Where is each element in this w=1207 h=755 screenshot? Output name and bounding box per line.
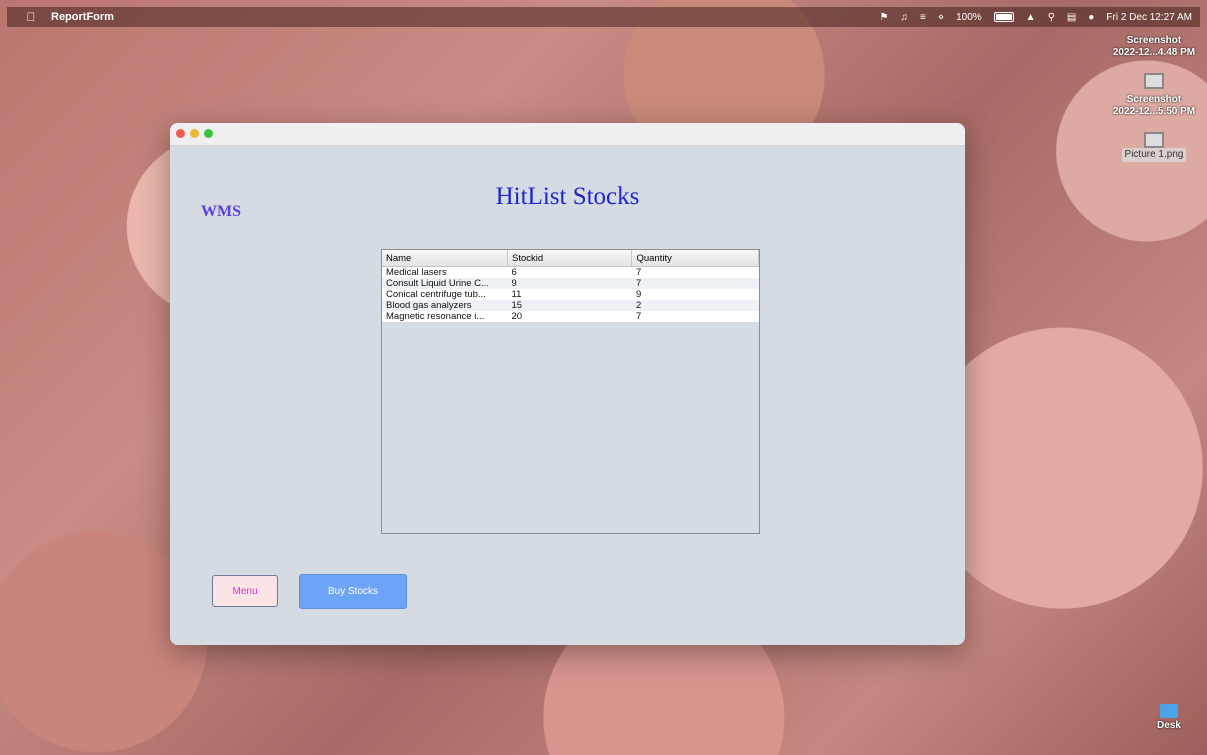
table-row[interactable]: Consult Liquid Urine C... 9 7 bbox=[382, 278, 759, 289]
desk-folder[interactable]: Desk bbox=[1134, 704, 1200, 732]
title-bar[interactable] bbox=[170, 123, 965, 146]
wifi-icon[interactable]: ▲ bbox=[1026, 12, 1036, 23]
status-area: ⚑ ♫ ≡ ⋄ 100% ▲ ⚲ ▤ ● Fri 2 Dec 12:27 AM bbox=[880, 7, 1192, 27]
cell-quantity: 7 bbox=[631, 266, 759, 278]
file-thumbnail-icon bbox=[1144, 132, 1164, 148]
cell-quantity: 2 bbox=[631, 300, 759, 311]
siri-icon[interactable]: ● bbox=[1088, 12, 1094, 23]
zoom-window-button[interactable] bbox=[204, 129, 213, 138]
table-row[interactable]: Medical lasers 6 7 bbox=[382, 266, 759, 278]
folder-label: Desk bbox=[1157, 720, 1181, 731]
cell-stockid: 20 bbox=[507, 311, 632, 322]
close-window-button[interactable] bbox=[176, 129, 185, 138]
buy-stocks-button[interactable]: Buy Stocks bbox=[299, 574, 407, 609]
volume-icon[interactable]: ♫ bbox=[900, 12, 908, 23]
stock-table: Name Stockid Quantity Medical lasers 6 7… bbox=[382, 250, 759, 322]
cell-stockid: 6 bbox=[507, 266, 632, 278]
column-header-stockid[interactable]: Stockid bbox=[507, 250, 633, 267]
clock[interactable]: Fri 2 Dec 12:27 AM bbox=[1106, 12, 1192, 23]
battery-percent[interactable]: 100% bbox=[956, 12, 982, 23]
bluetooth-icon[interactable]: ⋄ bbox=[938, 12, 944, 23]
desktop-file-picture[interactable]: Picture 1.png bbox=[1109, 148, 1199, 162]
desktop-file-screenshot-2[interactable]: Screenshot 2022-12...5.50 PM bbox=[1109, 94, 1199, 148]
stock-table-container[interactable]: Name Stockid Quantity Medical lasers 6 7… bbox=[381, 249, 760, 534]
report-window: WMS HitList Stocks Name Stockid Quantity… bbox=[170, 123, 965, 645]
cell-quantity: 7 bbox=[631, 311, 759, 322]
table-header-row: Name Stockid Quantity bbox=[382, 250, 759, 267]
cell-stockid: 11 bbox=[507, 289, 632, 300]
table-row[interactable]: Blood gas analyzers 15 2 bbox=[382, 300, 759, 311]
desktop:  ReportForm ⚑ ♫ ≡ ⋄ 100% ▲ ⚲ ▤ ● Fri 2 … bbox=[7, 7, 1200, 748]
cell-stockid: 9 bbox=[507, 278, 632, 289]
app-name[interactable]: ReportForm bbox=[51, 11, 114, 23]
apple-menu-icon[interactable]:  bbox=[21, 10, 41, 24]
battery-icon[interactable] bbox=[993, 12, 1014, 22]
page-title: HitList Stocks bbox=[495, 183, 640, 210]
cell-name: Consult Liquid Urine C... bbox=[382, 278, 508, 289]
file-label: Picture 1.png bbox=[1121, 148, 1187, 162]
table-row[interactable]: Magnetic resonance i... 20 7 bbox=[382, 311, 759, 322]
minimize-window-button[interactable] bbox=[190, 129, 199, 138]
column-header-name[interactable]: Name bbox=[382, 250, 508, 267]
menu-button[interactable]: Menu bbox=[212, 575, 278, 607]
file-label: 2022-12...5.50 PM bbox=[1112, 106, 1196, 117]
cell-quantity: 9 bbox=[631, 289, 759, 300]
cell-stockid: 15 bbox=[507, 300, 632, 311]
control-center-icon[interactable]: ▤ bbox=[1067, 12, 1076, 23]
keyboard-icon[interactable]: ≡ bbox=[920, 12, 926, 23]
notification-icon[interactable]: ⚑ bbox=[880, 12, 889, 23]
table-row[interactable]: Conical centrifuge tub... 11 9 bbox=[382, 289, 759, 300]
file-label: 2022-12...4.48 PM bbox=[1112, 47, 1196, 58]
desktop-file-screenshot-1[interactable]: Screenshot 2022-12...4.48 PM bbox=[1109, 35, 1199, 89]
folder-icon bbox=[1160, 704, 1178, 718]
cell-name: Medical lasers bbox=[382, 266, 508, 278]
cell-quantity: 7 bbox=[631, 278, 759, 289]
cell-name: Magnetic resonance i... bbox=[382, 311, 508, 322]
file-label: Screenshot bbox=[1126, 35, 1182, 46]
menu-bar:  ReportForm ⚑ ♫ ≡ ⋄ 100% ▲ ⚲ ▤ ● Fri 2 … bbox=[7, 7, 1200, 27]
cell-name: Conical centrifuge tub... bbox=[382, 289, 508, 300]
cell-name: Blood gas analyzers bbox=[382, 300, 508, 311]
file-thumbnail-icon bbox=[1144, 73, 1164, 89]
column-header-quantity[interactable]: Quantity bbox=[631, 250, 759, 267]
search-icon[interactable]: ⚲ bbox=[1048, 12, 1055, 23]
file-label: Screenshot bbox=[1126, 94, 1182, 105]
